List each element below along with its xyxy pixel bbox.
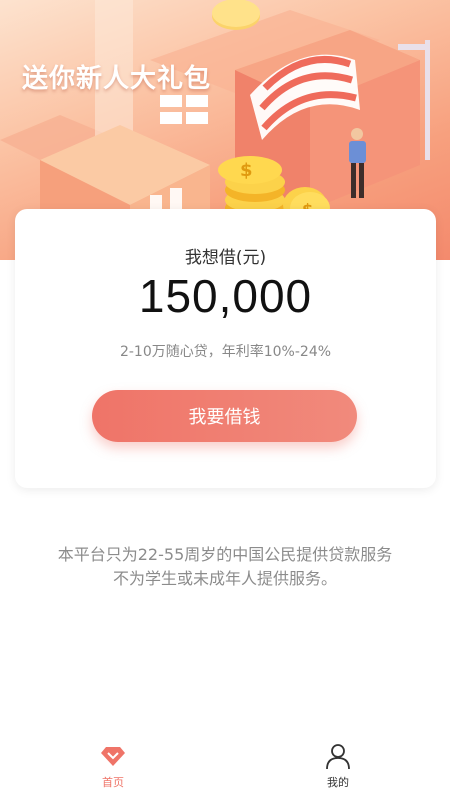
notice-line-1: 本平台只为22-55周岁的中国公民提供贷款服务 <box>57 545 393 564</box>
loan-card: 我想借(元) 150,000 2-10万随心贷，年利率10%-24% 我要借钱 <box>15 209 436 488</box>
nav-item-mine[interactable]: 我的 <box>303 742 373 794</box>
borrow-button[interactable]: 我要借钱 <box>92 390 357 442</box>
nav-label-mine: 我的 <box>327 776 349 789</box>
loan-amount-label: 我想借(元) <box>184 248 267 268</box>
hero-title: 送你新人大礼包 <box>22 64 212 94</box>
diamond-home-icon <box>101 747 125 766</box>
nav-label-home: 首页 <box>102 776 124 789</box>
eligibility-notice: 本平台只为22-55周岁的中国公民提供贷款服务 不为学生或未成年人提供服务。 <box>0 543 450 591</box>
user-icon <box>326 744 350 770</box>
notice-line-2: 不为学生或未成年人提供服务。 <box>112 569 337 588</box>
svg-text:$: $ <box>240 160 253 181</box>
bottom-nav: 首页 我的 <box>0 736 450 800</box>
loan-rate-text: 2-10万随心贷，年利率10%-24% <box>119 344 332 360</box>
nav-item-home[interactable]: 首页 <box>78 742 148 794</box>
loan-amount-value: 150,000 <box>138 270 313 322</box>
